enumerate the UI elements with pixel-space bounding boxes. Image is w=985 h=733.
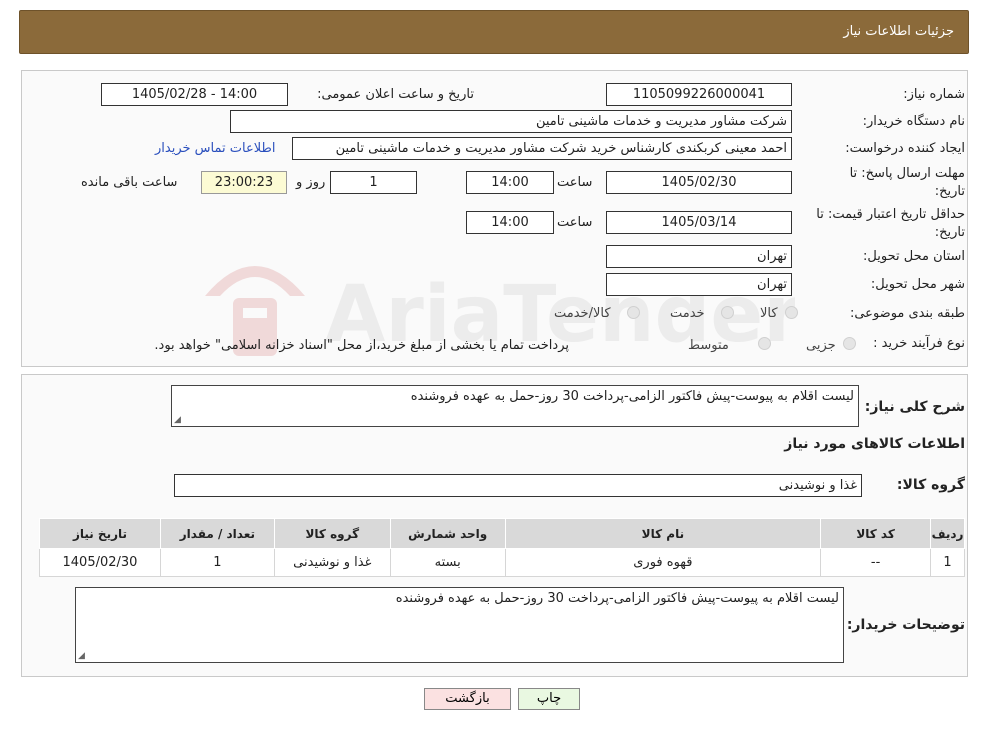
province-label: استان محل تحویل: [863,249,965,264]
cell-unit: بسته [389,548,506,577]
goods-group-label: گروه کالا: [896,477,965,493]
process-radio-medium[interactable] [758,337,771,350]
remaining-time-field: 23:00:23 [201,171,287,194]
resize-grip-icon[interactable]: ◢ [78,651,85,661]
province-field: تهران [606,245,792,268]
days-field: 1 [330,171,417,194]
process-radio-minor[interactable] [843,337,856,350]
category-option-service: خدمت [670,306,705,321]
category-option-goods: کالا [760,306,778,321]
buyer-notes-text: لیست اقلام به پیوست-پیش فاکتور الزامی-پر… [395,591,839,606]
col-unit: واحد شمارش [389,518,506,549]
process-option-minor: جزیی [806,338,836,353]
validity-date-field: 1405/03/14 [606,211,792,234]
cell-code: -- [820,548,932,577]
deadline-label: مهلت ارسال پاسخ: تا تاریخ: [849,166,965,199]
description-label: شرح کلی نیاز: [864,399,965,415]
description-text: لیست اقلام به پیوست-پیش فاکتور الزامی-پر… [410,389,854,404]
category-radio-service[interactable] [721,306,734,319]
city-field: تهران [606,273,792,296]
col-row: ردیف [930,518,965,549]
page-header: جزئیات اطلاعات نیاز [19,10,969,54]
buyer-org-label: نام دستگاه خریدار: [862,114,965,129]
cell-qty: 1 [159,548,275,577]
buyer-contact-link[interactable]: اطلاعات تماس خریدار [155,141,275,156]
announce-datetime-field: 1405/02/28 - 14:00 [101,83,288,106]
cell-group: غذا و نوشیدنی [273,548,391,577]
buyer-org-field: شرکت مشاور مدیریت و خدمات ماشینی تامین [230,110,792,133]
process-note: پرداخت تمام یا بخشی از مبلغ خرید،از محل … [154,338,569,353]
goods-table-header-row: ردیف کد کالا نام کالا واحد شمارش گروه کا… [39,518,965,549]
cell-row: 1 [930,548,965,577]
category-radio-goods-service[interactable] [627,306,640,319]
days-label: روز و [296,175,326,190]
back-button[interactable]: بازگشت [424,688,511,710]
need-number-field: 1105099226000041 [606,83,792,106]
validity-label: حداقل تاریخ اعتبار قیمت: تا تاریخ: [816,207,965,240]
requester-label: ایجاد کننده درخواست: [845,141,965,156]
deadline-date-field: 1405/02/30 [606,171,792,194]
announce-label: تاریخ و ساعت اعلان عمومی: [317,87,474,102]
cell-name: قهوه فوری [504,548,822,577]
process-option-medium: متوسط [688,338,729,353]
deadline-time-field: 14:00 [466,171,554,194]
print-button[interactable]: چاپ [518,688,580,710]
resize-grip-icon[interactable]: ◢ [174,415,181,425]
buyer-notes-label: توضیحات خریدار: [846,617,965,633]
process-label: نوع فرآیند خرید : [873,336,965,351]
col-group: گروه کالا [273,518,391,549]
city-label: شهر محل تحویل: [870,277,965,292]
page-title: جزئیات اطلاعات نیاز [843,24,954,39]
category-radio-goods[interactable] [785,306,798,319]
need-number-label: شماره نیاز: [903,87,965,102]
cell-date: 1405/02/30 [39,548,161,577]
validity-time-field: 14:00 [466,211,554,234]
col-date: تاریخ نیاز [39,518,161,549]
col-qty: تعداد / مقدار [159,518,275,549]
table-row: 1 -- قهوه فوری بسته غذا و نوشیدنی 1 1405… [39,548,965,577]
remaining-label: ساعت باقی مانده [81,175,178,190]
buyer-notes-textarea[interactable]: لیست اقلام به پیوست-پیش فاکتور الزامی-پر… [75,587,844,663]
deadline-hour-label: ساعت [557,175,593,190]
goods-group-field: غذا و نوشیدنی [174,474,862,497]
category-label: طبقه بندی موضوعی: [849,306,965,321]
col-name: نام کالا [504,518,822,549]
goods-table: ردیف کد کالا نام کالا واحد شمارش گروه کا… [39,518,965,577]
goods-info-title: اطلاعات کالاهای مورد نیاز [784,436,965,452]
description-textarea[interactable]: لیست اقلام به پیوست-پیش فاکتور الزامی-پر… [171,385,859,427]
requester-field: احمد معینی کربکندی کارشناس خرید شرکت مشا… [292,137,792,160]
category-option-goods-service: کالا/خدمت [554,306,611,321]
col-code: کد کالا [820,518,932,549]
validity-hour-label: ساعت [557,215,593,230]
